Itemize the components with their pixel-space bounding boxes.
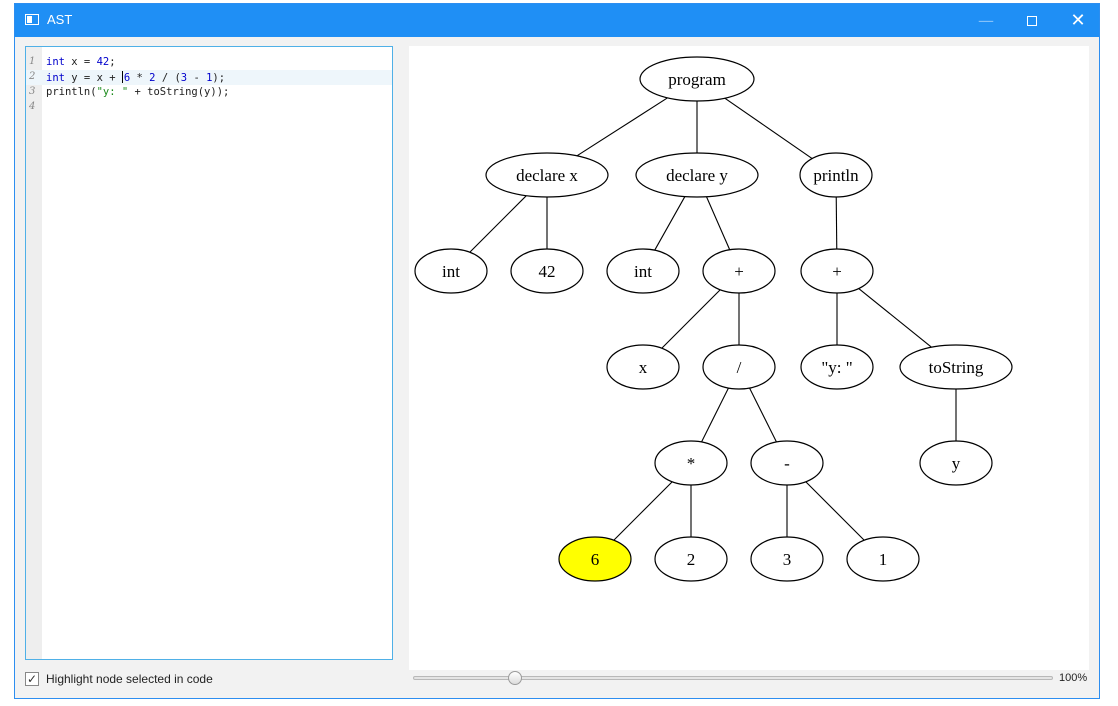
minimize-icon: — [978, 11, 994, 30]
ast-node-minus[interactable]: - [750, 440, 824, 486]
ast-node-label: 42 [539, 262, 556, 281]
ast-node-label: 6 [591, 550, 600, 569]
ast-node-declare-y[interactable]: declare y [635, 152, 759, 198]
code-text[interactable]: int x = 42; [46, 56, 116, 68]
code-line[interactable]: 4 [26, 100, 392, 115]
ast-node-n6[interactable]: 6 [558, 536, 632, 582]
line-number-gutter [26, 47, 42, 659]
ast-node-str-y[interactable]: "y: " [800, 344, 874, 390]
code-token: "y: " [96, 86, 129, 98]
code-line[interactable]: 1 int x = 42; [26, 55, 392, 70]
ast-node-int-x[interactable]: int [414, 248, 488, 294]
ast-node-x[interactable]: x [606, 344, 680, 390]
code-line[interactable]: 3 println("y: " + toString(y)); [26, 85, 392, 100]
ast-node-label: "y: " [821, 358, 852, 377]
ast-node-n2[interactable]: 2 [654, 536, 728, 582]
ast-node-label: println [813, 166, 859, 185]
close-icon: ✕ [1070, 10, 1086, 31]
ast-edge [701, 387, 729, 443]
ast-edge [805, 481, 865, 541]
ast-node-label: declare x [516, 166, 578, 185]
ast-node-declare-x[interactable]: declare x [485, 152, 609, 198]
ast-node-label: int [442, 262, 460, 281]
code-token: ; [109, 56, 116, 68]
code-text[interactable]: println("y: " + toString(y)); [46, 86, 229, 98]
zoom-slider-thumb[interactable] [508, 671, 523, 685]
zoom-label: 100% [1059, 672, 1088, 684]
window-title: AST [47, 12, 73, 27]
app-icon [25, 14, 39, 25]
ast-node-label: 2 [687, 550, 696, 569]
line-number: 3 [29, 86, 36, 97]
ast-node-label: 1 [879, 550, 888, 569]
code-editor[interactable]: 1 int x = 42; 2 int y = x + 6 * 2 / (3 - 1)… [25, 46, 393, 660]
line-number: 1 [29, 56, 36, 67]
ast-node-label: declare y [666, 166, 728, 185]
ast-node-label: * [687, 454, 696, 473]
close-button[interactable]: ✕ [1055, 4, 1101, 37]
code-token: x = [64, 56, 97, 68]
ast-canvas[interactable]: program declare x declare y println int 42 int… [409, 46, 1089, 670]
ast-node-label: - [784, 454, 790, 473]
ast-node-plus-y[interactable]: + [702, 248, 776, 294]
code-token: + toString(y)); [128, 86, 230, 98]
ast-edge [613, 481, 673, 541]
minimize-button[interactable]: — [963, 4, 1009, 37]
maximize-icon [1027, 15, 1037, 26]
ast-node-label: + [734, 262, 744, 281]
code-token: 42 [96, 56, 110, 68]
code-token: - [187, 72, 207, 84]
ast-node-label: / [737, 358, 742, 377]
ast-node-println[interactable]: println [799, 152, 873, 198]
highlight-checkbox[interactable]: ✓ [25, 672, 39, 686]
ast-node-label: y [952, 454, 961, 473]
ast-edge [835, 196, 838, 250]
ast-edge [661, 289, 721, 349]
code-line[interactable]: 2 int y = x + 6 * 2 / (3 - 1); [26, 70, 392, 85]
ast-graph: program declare x declare y println int 42 int… [414, 56, 1013, 582]
ast-edge [724, 97, 813, 159]
title-bar[interactable]: AST — ✕ [15, 4, 1099, 37]
ast-edge [858, 288, 932, 348]
ast-node-program[interactable]: program [639, 56, 755, 102]
ast-edge [654, 196, 686, 251]
ast-edge [576, 97, 668, 157]
ast-node-label: + [832, 262, 842, 281]
bottom-bar: ✓ Highlight node selected in code 100% [15, 664, 1099, 698]
ast-node-label: toString [929, 358, 984, 377]
ast-node-label: x [639, 358, 648, 377]
code-token: ); [212, 72, 226, 84]
maximize-button[interactable] [1009, 4, 1055, 37]
ast-node-n42[interactable]: 42 [510, 248, 584, 294]
highlight-checkbox-label[interactable]: Highlight node selected in code [46, 672, 213, 686]
ast-node-label: 3 [783, 550, 792, 569]
code-token: * [130, 72, 150, 84]
ast-node-n1[interactable]: 1 [846, 536, 920, 582]
ast-node-y[interactable]: y [919, 440, 993, 486]
code-token: / ( [155, 72, 181, 84]
checkmark-icon: ✓ [26, 672, 38, 686]
ast-edge [469, 195, 527, 253]
ast-node-label: int [634, 262, 652, 281]
code-token: y = x + [64, 72, 122, 84]
line-number: 4 [29, 101, 36, 112]
ast-node-div[interactable]: / [702, 344, 776, 390]
line-number: 2 [29, 71, 36, 82]
ast-node-label: program [668, 70, 726, 89]
ast-edge [706, 196, 731, 250]
ast-node-int-y[interactable]: int [606, 248, 680, 294]
ast-node-n3[interactable]: 3 [750, 536, 824, 582]
ast-edge [749, 387, 777, 443]
ast-node-tostring[interactable]: toString [899, 344, 1013, 390]
code-token: println( [46, 86, 97, 98]
code-token: int [46, 72, 65, 84]
ast-node-mul[interactable]: * [654, 440, 728, 486]
ast-node-plus-p[interactable]: + [800, 248, 874, 294]
ast-window: AST — ✕ 1 int x = 42; 2 int y = x + 6 * 2 /… [14, 3, 1100, 699]
code-text[interactable]: int y = x + 6 * 2 / (3 - 1); [46, 71, 225, 84]
text-caret [121, 71, 123, 83]
code-token: int [46, 56, 65, 68]
